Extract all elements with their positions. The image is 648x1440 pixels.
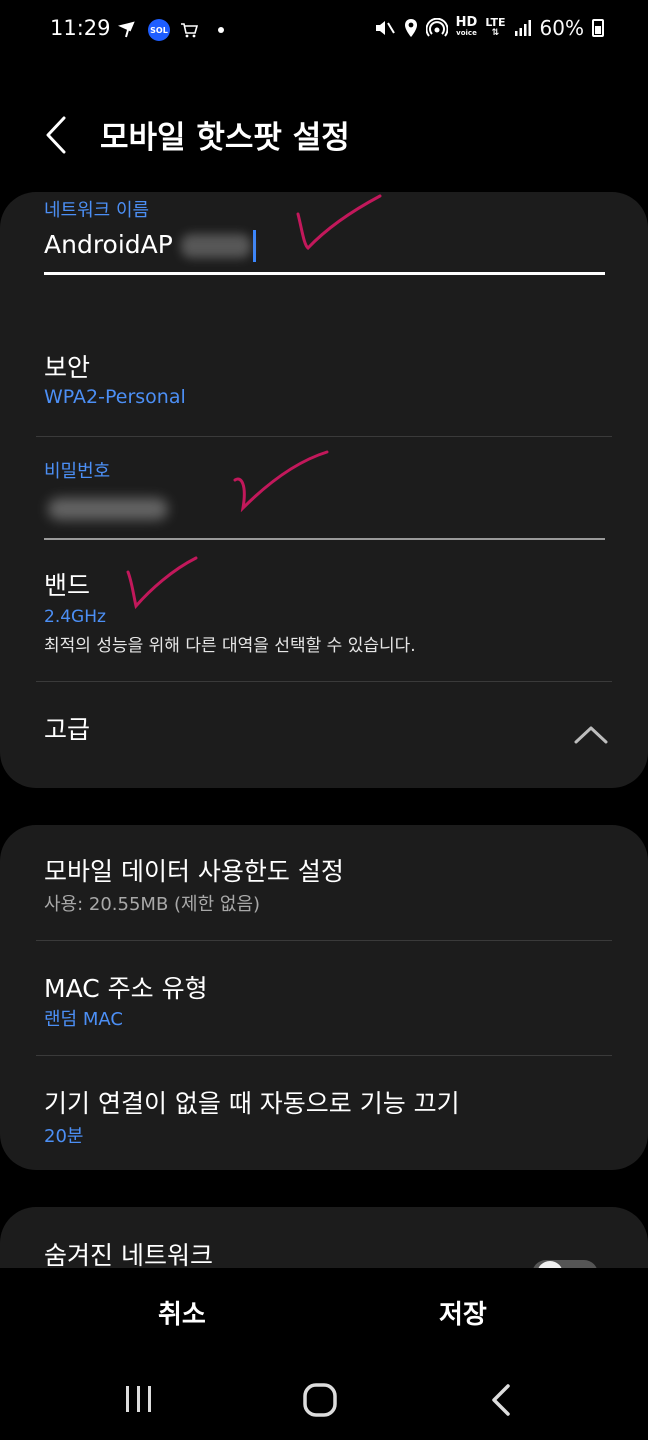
cancel-button[interactable]: 취소 (158, 1294, 206, 1331)
password-underline (44, 538, 605, 540)
status-time: 11:29 (50, 16, 111, 40)
chevron-up-icon[interactable] (572, 720, 610, 750)
divider (36, 681, 612, 682)
network-name-value[interactable]: AndroidAP (44, 230, 256, 262)
home-icon[interactable] (300, 1380, 340, 1420)
mac-type-row[interactable]: MAC 주소 유형 랜덤 MAC (0, 955, 648, 1055)
recent-apps-icon[interactable] (122, 1382, 156, 1416)
status-right: HD voice LTE ⇅ 60% (374, 16, 604, 40)
divider (36, 436, 612, 437)
fan-icon (118, 21, 135, 38)
network-name-underline (44, 272, 605, 275)
band-title: 밴드 (44, 571, 91, 600)
lte-badge: LTE ⇅ (485, 16, 506, 38)
divider (36, 940, 612, 941)
divider (36, 1055, 612, 1056)
band-row[interactable]: 밴드 2.4GHz 최적의 성능을 위해 다른 대역을 선택할 수 있습니다. (0, 552, 648, 680)
signal-icon (514, 20, 531, 36)
back-button[interactable] (36, 110, 80, 160)
security-row[interactable]: 보안 WPA2-Personal (0, 330, 648, 436)
cart-icon (181, 23, 198, 38)
auto-off-row[interactable]: 기기 연결이 없을 때 자동으로 기능 끄기 20분 (0, 1068, 648, 1168)
battery-icon (592, 19, 604, 37)
mute-icon (375, 21, 395, 35)
status-bar: 11:29 SOL HD voice LTE ⇅ 60% (0, 0, 648, 60)
advanced-row[interactable]: 고급 (0, 690, 648, 780)
hd-voice-badge: HD voice (455, 15, 478, 37)
page-title: 모바일 핫스팟 설정 (100, 120, 350, 156)
data-limit-row[interactable]: 모바일 데이터 사용한도 설정 사용: 20.55MB (제한 없음) (0, 840, 648, 940)
hidden-network-title[interactable]: 숨겨진 네트워크 (44, 1236, 213, 1272)
redacted-password (48, 498, 168, 520)
band-description: 최적의 성능을 위해 다른 대역을 선택할 수 있습니다. (44, 636, 416, 656)
sol-app-icon: SOL (148, 19, 170, 41)
text-caret (252, 230, 256, 262)
hotspot-icon (425, 18, 448, 37)
data-limit-title: 모바일 데이터 사용한도 설정 (44, 857, 344, 886)
data-limit-usage: 사용: 20.55MB (제한 없음) (44, 894, 261, 915)
back-nav-icon[interactable] (484, 1382, 520, 1418)
mac-type-title: MAC 주소 유형 (44, 974, 208, 1003)
bottom-action-bar (0, 1268, 648, 1364)
auto-off-title: 기기 연결이 없을 때 자동으로 기능 끄기 (44, 1089, 460, 1118)
security-title: 보안 (44, 353, 91, 382)
location-icon (404, 19, 417, 37)
notification-icons: SOL (118, 18, 224, 42)
password-label: 비밀번호 (44, 461, 111, 482)
save-button[interactable]: 저장 (439, 1294, 487, 1331)
battery-percent: 60% (539, 16, 584, 40)
mac-type-value: 랜덤 MAC (44, 1009, 123, 1030)
auto-off-value: 20분 (44, 1126, 84, 1147)
band-value: 2.4GHz (44, 607, 106, 627)
advanced-title: 고급 (44, 715, 91, 744)
network-name-field[interactable]: AndroidAP (44, 230, 604, 274)
chevron-left-icon (46, 116, 66, 154)
redacted-name-part (180, 234, 251, 258)
more-notifications-dot (218, 27, 224, 33)
network-name-label: 네트워크 이름 (44, 200, 150, 221)
password-field[interactable] (44, 492, 174, 524)
security-value: WPA2-Personal (44, 386, 186, 408)
